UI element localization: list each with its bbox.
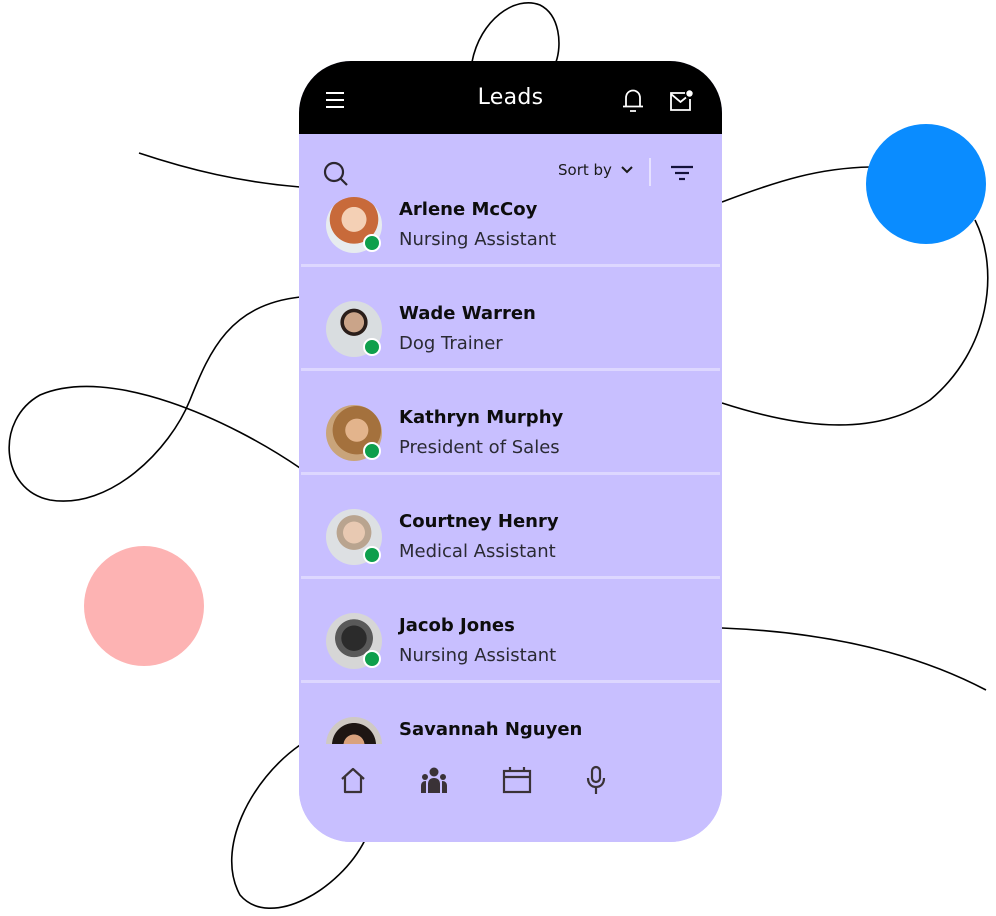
chevron-down-icon [621,166,633,174]
bell-icon [623,89,643,112]
lead-name: Jacob Jones [399,615,515,636]
lead-role: Medical Assistant [399,541,556,562]
lead-row[interactable]: Jacob Jones Nursing Assistant [299,580,722,683]
nav-contacts[interactable] [416,762,452,798]
lead-row[interactable]: Courtney Henry Medical Assistant [299,476,722,579]
notifications-button[interactable] [619,87,647,115]
lead-row[interactable]: Kathryn Murphy President of Sales [299,372,722,475]
decorative-pink-circle [84,546,204,666]
lead-row[interactable]: Wade Warren Dog Trainer [299,268,722,371]
row-divider [301,368,720,371]
squiggle-right-top [721,166,871,203]
home-icon [341,767,365,794]
bottom-navigation [299,744,722,842]
lead-role: Dog Trainer [399,333,503,354]
filter-button[interactable] [667,161,697,185]
online-status-dot [363,546,381,564]
lead-name: Wade Warren [399,303,536,324]
squiggle-right-bottom [721,627,987,691]
lead-name: Courtney Henry [399,511,559,532]
mail-icon [670,90,693,111]
nav-home[interactable] [335,762,371,798]
squiggle-left-loop [8,296,301,502]
leads-list: Arlene McCoy Nursing Assistant Wade Warr… [299,194,722,744]
lead-row[interactable]: Savannah Nguyen [299,684,722,744]
sort-label: Sort by [558,161,612,179]
microphone-icon [586,765,606,794]
people-icon [421,767,447,793]
lead-name: Kathryn Murphy [399,407,564,428]
online-status-dot [363,650,381,668]
decorative-blue-circle [866,124,986,244]
lead-role: Nursing Assistant [399,229,557,250]
lead-row[interactable]: Arlene McCoy Nursing Assistant [299,194,722,267]
online-status-dot [363,338,381,356]
lead-name: Arlene McCoy [399,199,538,220]
unread-badge [686,90,693,97]
sort-dropdown[interactable]: Sort by [558,161,634,179]
squiggle-left-top [138,152,301,188]
phone-frame: Leads Sort by Arlene McCoy Nursing Assis… [299,61,722,842]
page-title: Leads [477,85,544,110]
squiggle-top-loop [471,2,560,63]
calendar-icon [502,767,532,794]
app-header: Leads [299,61,722,134]
row-divider [301,472,720,475]
toolbar-divider [649,158,651,186]
row-divider [301,680,720,683]
nav-calendar[interactable] [499,762,535,798]
filter-icon [671,165,693,181]
search-button[interactable] [321,159,351,189]
avatar [326,717,382,744]
row-divider [301,576,720,579]
nav-voice[interactable] [578,762,614,798]
lead-role: Nursing Assistant [399,645,557,666]
messages-button[interactable] [667,87,695,115]
lead-role: President of Sales [399,437,560,458]
online-status-dot [363,234,381,252]
online-status-dot [363,442,381,460]
row-divider [301,264,720,267]
squiggle-right-loop [721,219,989,426]
search-icon [323,161,348,186]
lead-name: Savannah Nguyen [399,719,583,740]
